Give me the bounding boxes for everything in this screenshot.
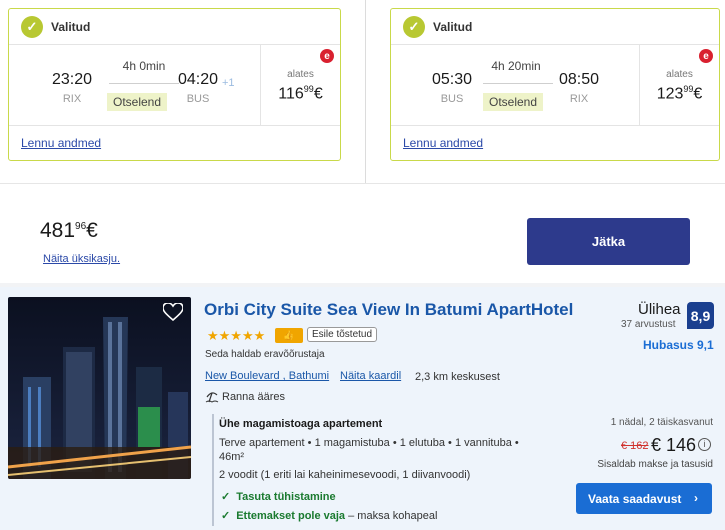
departure-airport: BUS <box>440 93 464 105</box>
no-prepayment: ✓ Ettemakset pole vaja – maksa kohapeal <box>221 510 438 522</box>
arrival-airport: RIX <box>569 93 589 105</box>
direct-flight-badge: Otselend <box>107 93 168 111</box>
day-offset: +1 <box>222 77 235 89</box>
show-details-link[interactable]: Näita üksikasju. <box>43 253 120 265</box>
arrival-time: 04:20 <box>177 71 219 88</box>
comfort-score: Hubasus 9,1 <box>643 338 714 352</box>
current-price: € 146 <box>651 435 697 455</box>
info-icon[interactable]: i <box>698 438 711 451</box>
outbound-flight-card[interactable]: ✓ Valitud 23:20 RIX 4h 0min Otselend 04:… <box>8 8 341 161</box>
hotel-name-link[interactable]: Orbi City Suite Sea View In Batumi Apart… <box>204 300 573 320</box>
check-icon: ✓ <box>221 510 231 522</box>
continue-button[interactable]: Jätka <box>527 218 690 265</box>
departure-block: 23:20 RIX <box>49 71 95 105</box>
duration-line <box>109 83 179 84</box>
hotel-photo[interactable] <box>8 297 191 479</box>
outbound-details-link[interactable]: Lennu andmed <box>21 136 101 150</box>
inbound-flight-body: 05:30 BUS 4h 20min Otselend 08:50 RIX e … <box>391 45 719 126</box>
beach-text: Ranna ääres <box>222 391 285 403</box>
review-count: 37 arvustust <box>621 319 676 330</box>
owner-note: Seda haldab eravõõrustaja <box>205 349 325 360</box>
original-price: € 162 <box>621 440 649 452</box>
location-link[interactable]: New Boulevard , Bathumi <box>205 370 329 382</box>
departure-time: 23:20 <box>51 71 93 88</box>
arrival-block: 04:20 BUS <box>175 71 221 105</box>
inbound-column: ✓ Valitud 05:30 BUS 4h 20min Otselend 08… <box>366 0 725 183</box>
departure-airport: RIX <box>62 93 82 105</box>
arrival-airport: BUS <box>186 93 210 105</box>
page: ✓ Valitud 23:20 RIX 4h 0min Otselend 04:… <box>0 0 725 530</box>
review-score-badge: 8,9 <box>687 302 714 329</box>
bed-info: 2 voodit (1 eriti lai kaheinimesevoodi, … <box>219 469 471 481</box>
hotel-photo-image <box>8 297 191 479</box>
check-icon: ✓ <box>221 491 231 503</box>
total-price: 48196€ <box>40 219 98 242</box>
stay-info: 1 nädal, 2 täiskasvanut <box>610 417 713 428</box>
selected-label: Valitud <box>51 19 91 34</box>
departure-time: 05:30 <box>431 71 473 88</box>
arrival-block: 08:50 RIX <box>556 71 602 105</box>
from-label: alates <box>666 69 693 80</box>
hotel-card[interactable]: Orbi City Suite Sea View In Batumi Apart… <box>0 287 725 530</box>
inbound-flight-card[interactable]: ✓ Valitud 05:30 BUS 4h 20min Otselend 08… <box>390 8 720 161</box>
chevron-right-icon: › <box>694 491 698 505</box>
inbound-card-header: ✓ Valitud <box>391 9 719 45</box>
outbound-price-block: e alates 11699€ <box>260 45 340 125</box>
cherry-logo-icon: e <box>320 49 334 63</box>
total-section: 48196€ Näita üksikasju. Jätka <box>0 183 725 285</box>
departure-block: 05:30 BUS <box>429 71 475 105</box>
cherry-logo-icon: e <box>699 49 713 63</box>
direct-flight-badge: Otselend <box>483 93 544 111</box>
beach-icon <box>205 392 219 403</box>
see-availability-button[interactable]: Vaata saadavust › <box>576 483 712 514</box>
inbound-price: 12399€ <box>656 84 703 103</box>
room-description: Terve apartement • 1 magamistuba • 1 elu… <box>219 437 519 463</box>
taxes-note: Sisaldab makse ja tasusid <box>597 459 713 470</box>
inbound-details-link[interactable]: Lennu andmed <box>403 136 483 150</box>
duration-line <box>483 83 553 84</box>
show-on-map-link[interactable]: Näita kaardil <box>340 370 401 382</box>
room-title: Ühe magamistoaga apartement <box>219 418 383 430</box>
thumbs-up-badge-icon: 👍 <box>275 328 303 343</box>
free-cancellation: ✓ Tasuta tühistamine <box>221 491 336 503</box>
selected-label: Valitud <box>433 19 473 34</box>
heart-icon[interactable] <box>163 303 183 321</box>
total-panel: 48196€ Näita üksikasju. Jätka <box>0 183 725 283</box>
from-label: alates <box>287 69 314 80</box>
outbound-column: ✓ Valitud 23:20 RIX 4h 0min Otselend 04:… <box>0 0 365 183</box>
rating-word: Ülihea <box>638 301 681 318</box>
room-divider <box>212 414 214 526</box>
outbound-flight-body: 23:20 RIX 4h 0min Otselend 04:20 BUS +1 … <box>9 45 340 126</box>
flight-duration: 4h 20min <box>491 59 541 73</box>
inbound-price-block: e alates 12399€ <box>639 45 719 125</box>
distance-text: 2,3 km keskusest <box>415 371 500 383</box>
featured-badge: Esile tõstetud <box>307 327 378 342</box>
arrival-time: 08:50 <box>558 71 600 88</box>
check-icon: ✓ <box>21 15 43 38</box>
outbound-price: 11699€ <box>278 84 323 103</box>
outbound-card-header: ✓ Valitud <box>9 9 340 45</box>
check-icon: ✓ <box>403 15 425 38</box>
star-rating: ★★★★★ <box>207 328 266 343</box>
